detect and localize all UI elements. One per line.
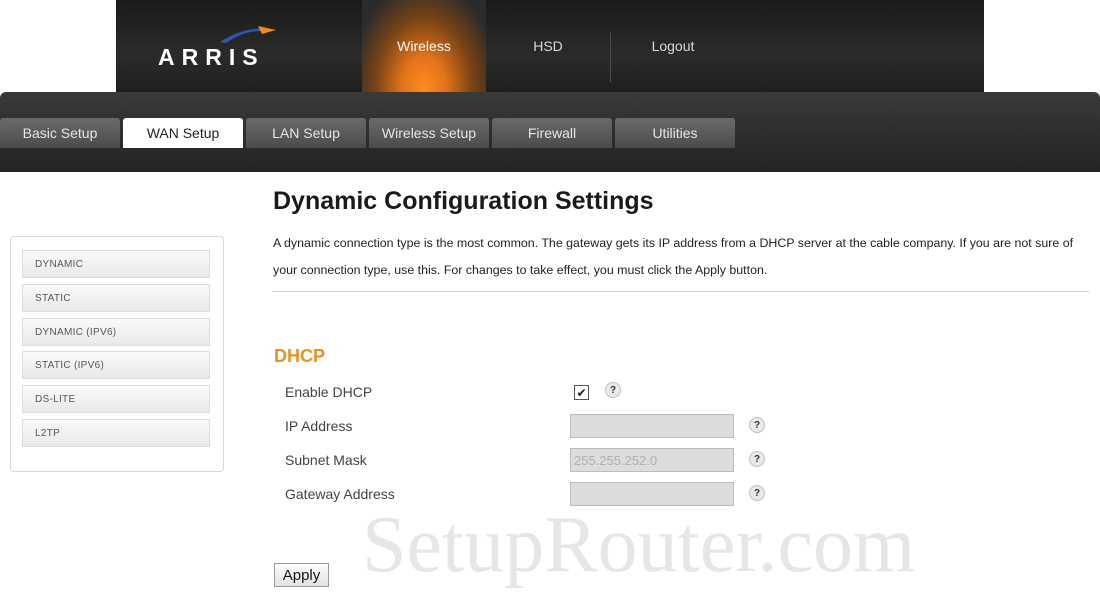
subnet-mask-field[interactable] <box>570 448 734 472</box>
checkmark-icon: ✔ <box>576 385 587 400</box>
sidebar-item-dynamic[interactable]: DYNAMIC <box>22 250 210 278</box>
enable-dhcp-label: Enable DHCP <box>285 384 373 400</box>
ip-address-field[interactable] <box>570 414 734 438</box>
sidebar-item-static[interactable]: STATIC <box>22 284 210 312</box>
enable-dhcp-checkbox[interactable]: ✔ <box>574 385 589 400</box>
tab-basic-setup[interactable]: Basic Setup <box>0 118 120 148</box>
help-icon[interactable]: ? <box>605 382 621 398</box>
tab-utilities[interactable]: Utilities <box>615 118 735 148</box>
page-title: Dynamic Configuration Settings <box>273 187 654 215</box>
ip-address-label: IP Address <box>285 418 353 434</box>
tab-wan-setup[interactable]: WAN Setup <box>123 118 243 148</box>
apply-button[interactable]: Apply <box>274 563 329 587</box>
tab-firewall[interactable]: Firewall <box>492 118 612 148</box>
nav-hsd[interactable]: HSD <box>486 0 610 92</box>
sidebar-item-ds-lite[interactable]: DS-LITE <box>22 385 210 413</box>
tab-wireless-setup[interactable]: Wireless Setup <box>369 118 489 148</box>
page-description: A dynamic connection type is the most co… <box>273 236 1074 277</box>
nav-wireless[interactable]: Wireless <box>362 0 486 92</box>
divider <box>272 291 1089 292</box>
arris-logo: ARRIS <box>158 44 265 70</box>
sidebar-item-static-ipv6[interactable]: STATIC (IPV6) <box>22 351 210 379</box>
sidebar-item-l2tp[interactable]: L2TP <box>22 419 210 447</box>
section-title-dhcp: DHCP <box>274 346 326 366</box>
watermark: SetupRouter.com <box>362 501 916 589</box>
sidebar-item-dynamic-ipv6[interactable]: DYNAMIC (IPV6) <box>22 318 210 346</box>
subnet-mask-label: Subnet Mask <box>285 452 367 468</box>
help-icon[interactable]: ? <box>749 451 765 467</box>
help-icon[interactable]: ? <box>749 485 765 501</box>
help-icon[interactable]: ? <box>749 417 765 433</box>
logo-swoosh-icon <box>220 26 276 43</box>
nav-logout[interactable]: Logout <box>611 0 735 92</box>
tab-lan-setup[interactable]: LAN Setup <box>246 118 366 148</box>
